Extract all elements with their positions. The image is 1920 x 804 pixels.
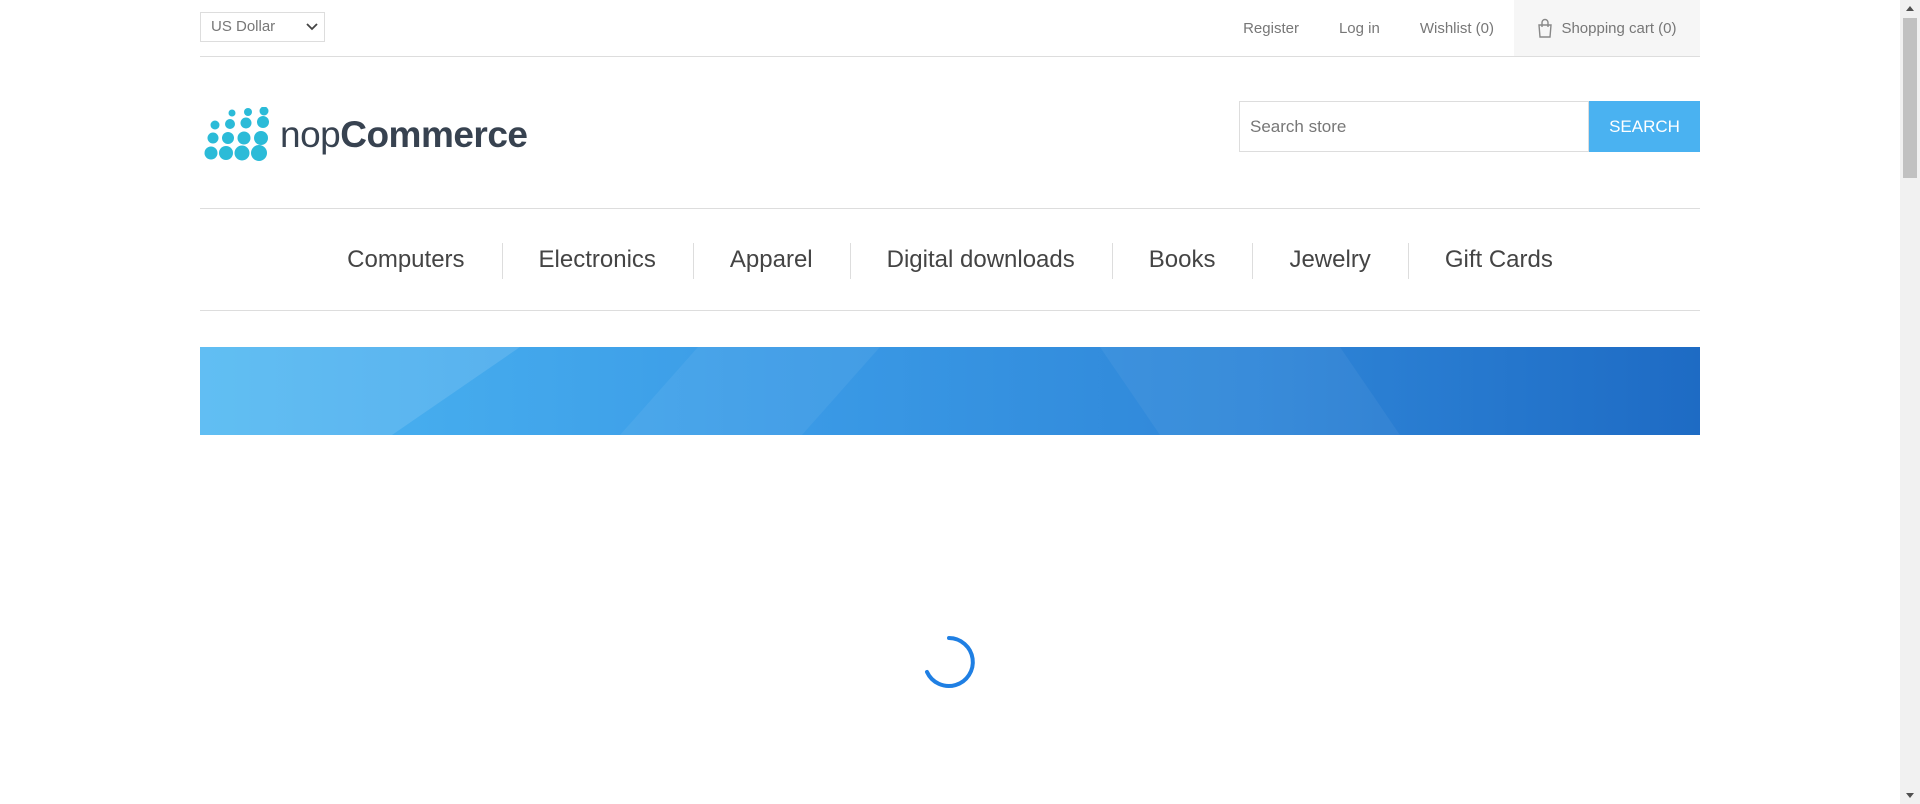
wishlist-link[interactable]: Wishlist (0) (1420, 20, 1494, 37)
logo-text-suffix: Commerce (340, 114, 528, 155)
scroll-down-icon[interactable] (1900, 787, 1920, 804)
home-slider-banner[interactable] (200, 347, 1700, 435)
menu-item-computers[interactable]: Computers (310, 246, 501, 274)
loading-spinner-icon (925, 636, 975, 688)
menu-item-apparel[interactable]: Apparel (692, 242, 850, 279)
page-container: US Dollar Register Log in Wishlist (0) S… (200, 0, 1700, 688)
scrollbar-thumb[interactable] (1903, 18, 1917, 178)
logo-text-prefix: nop (280, 114, 341, 155)
menu-item-jewelry[interactable]: Jewelry (1252, 242, 1407, 279)
banner-decoration (1100, 347, 1400, 435)
menu-item-electronics[interactable]: Electronics (501, 242, 693, 279)
search-button[interactable]: Search (1589, 101, 1700, 152)
logo-text: nopCommerce (280, 114, 528, 156)
header-links: Register Log in Wishlist (0) Shopping ca… (1203, 0, 1700, 56)
shopping-bag-icon (1538, 18, 1553, 38)
register-link[interactable]: Register (1243, 20, 1299, 37)
top-menu: Computers Electronics Apparel Digital do… (200, 209, 1700, 311)
menu-item-books[interactable]: Books (1111, 242, 1253, 279)
search-box: Search (1239, 101, 1700, 152)
chevron-down-icon (306, 23, 318, 31)
shopping-cart-link[interactable]: Shopping cart (0) (1514, 0, 1700, 56)
currency-selector[interactable]: US Dollar (200, 12, 325, 42)
banner-decoration (620, 347, 880, 435)
header-upper: US Dollar Register Log in Wishlist (0) S… (200, 0, 1700, 57)
search-input[interactable] (1239, 101, 1589, 152)
header-lower: nopCommerce Search (200, 57, 1700, 209)
menu-item-gift-cards[interactable]: Gift Cards (1407, 242, 1590, 279)
login-link[interactable]: Log in (1339, 20, 1380, 37)
logo-dots-icon (204, 107, 269, 161)
menu-item-digital-downloads[interactable]: Digital downloads (849, 242, 1112, 279)
scroll-up-icon[interactable] (1900, 0, 1920, 17)
currency-selected-value: US Dollar (211, 18, 276, 35)
banner-decoration (200, 347, 520, 435)
shopping-cart-label: Shopping cart (0) (1561, 19, 1677, 37)
store-logo[interactable]: nopCommerce (202, 107, 528, 163)
vertical-scrollbar[interactable] (1900, 0, 1920, 804)
